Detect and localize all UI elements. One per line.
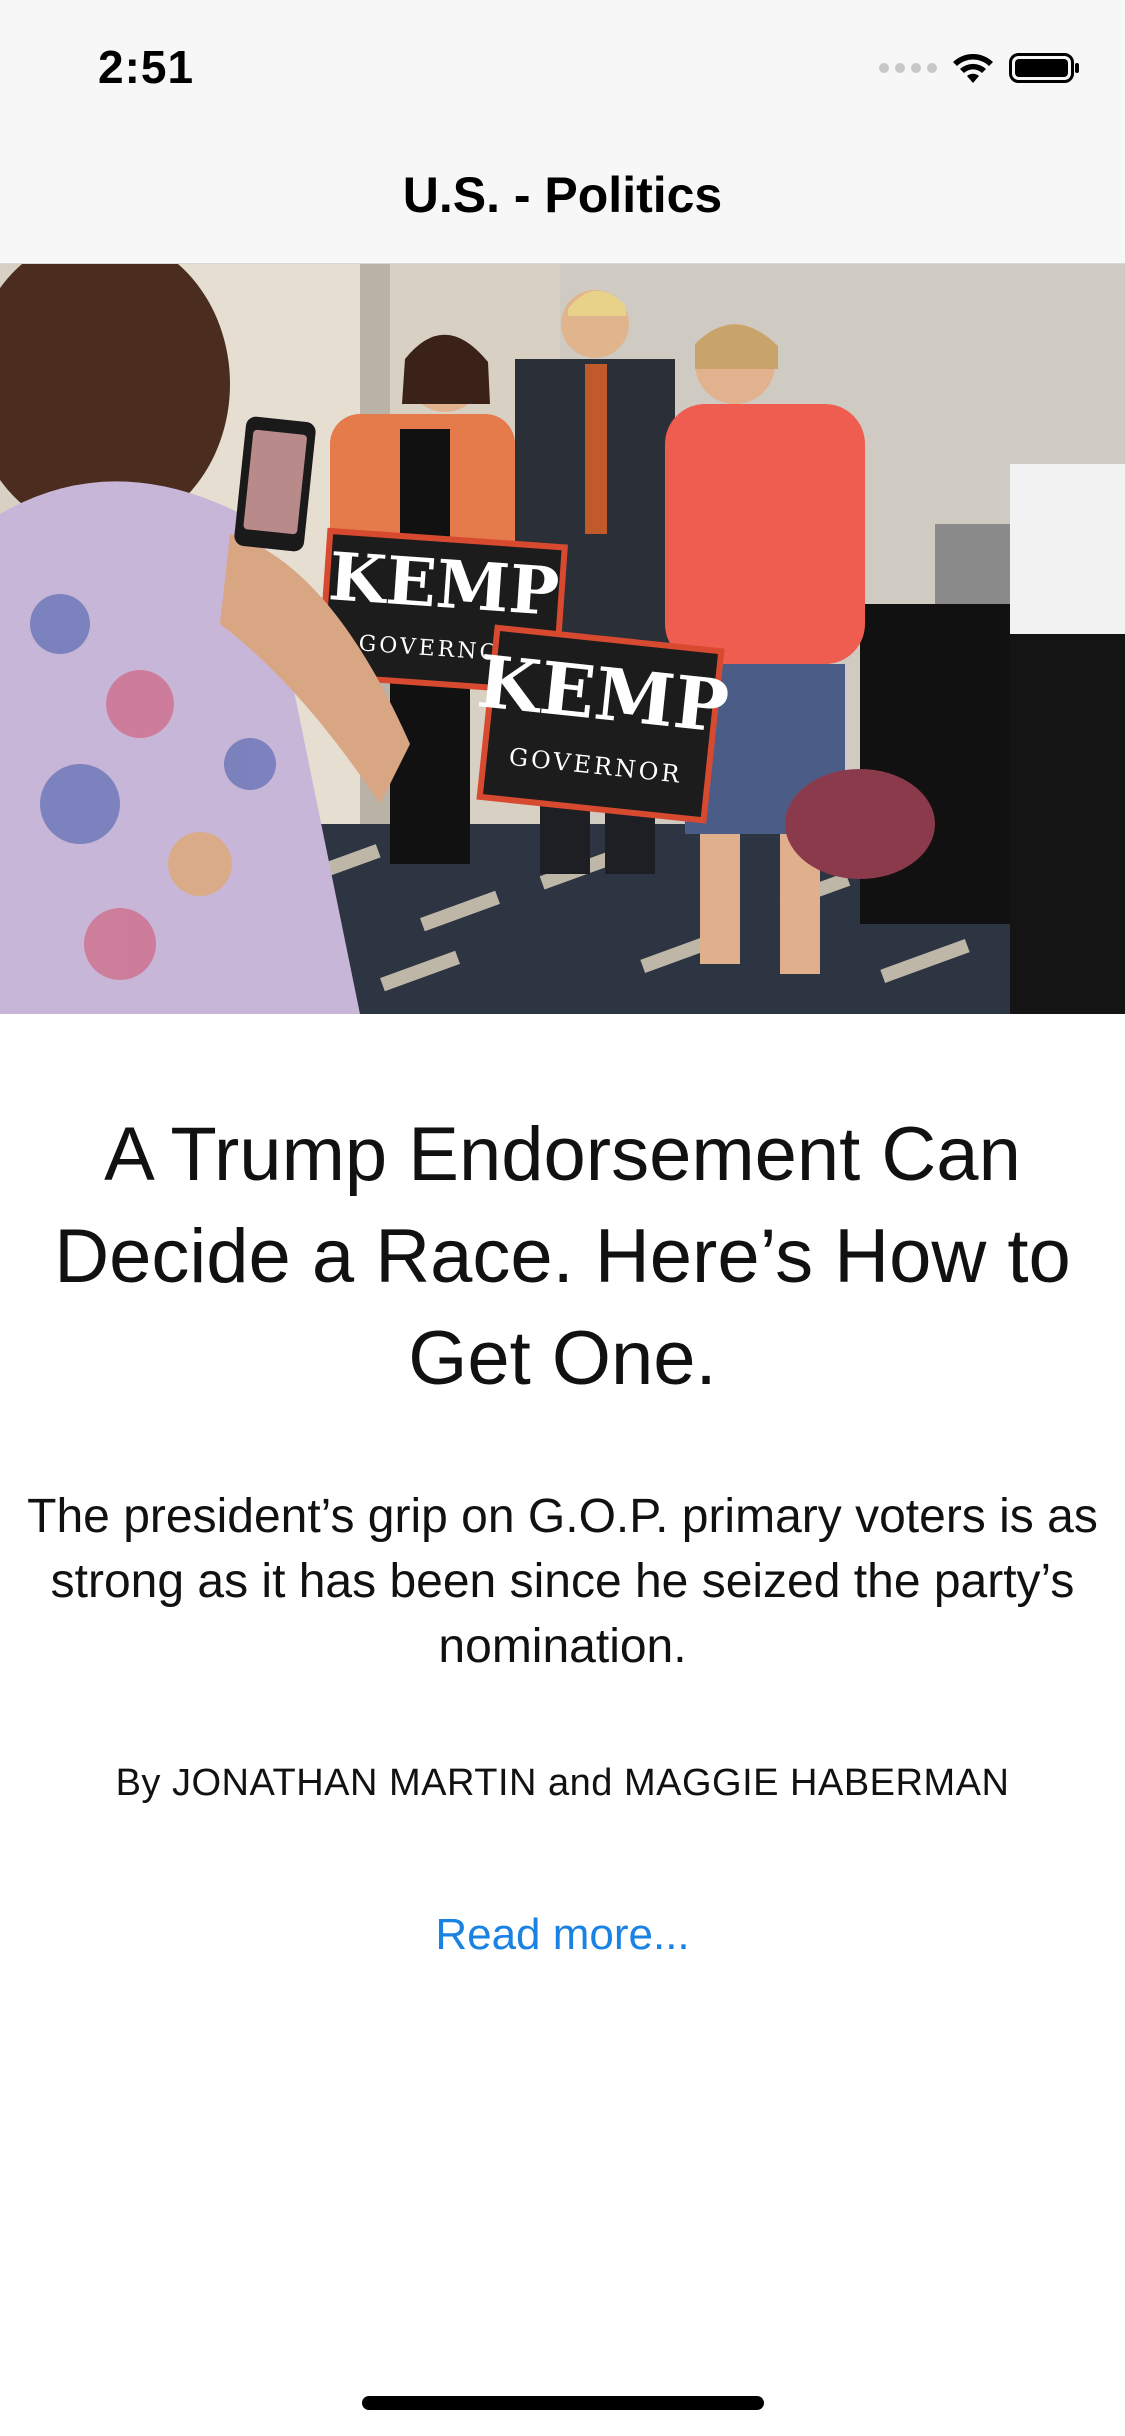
status-time: 2:51	[98, 41, 195, 93]
hero-photo: KEMP GOVERNOR KEMP GOVERNOR	[0, 264, 1125, 1014]
status-bar: 2:51	[0, 0, 1125, 132]
cellular-signal-icon	[879, 63, 937, 73]
home-indicator[interactable]	[362, 2396, 764, 2410]
article-hero-image[interactable]: KEMP GOVERNOR KEMP GOVERNOR	[0, 264, 1125, 1014]
navigation-bar: U.S. - Politics	[0, 132, 1125, 264]
campaign-sign-2: KEMP GOVERNOR	[474, 624, 733, 824]
article-summary: The president’s grip on G.O.P. primary v…	[27, 1490, 1098, 1673]
article-byline: By JONATHAN MARTIN and MAGGIE HABERMAN	[115, 1762, 1010, 1804]
status-icons	[879, 48, 1081, 88]
page-title: U.S. - Politics	[402, 167, 723, 223]
battery-icon	[1009, 53, 1079, 83]
wifi-icon	[953, 54, 993, 83]
read-more-link[interactable]: Read more...	[0, 1910, 1125, 1960]
sign-1-text: KEMP	[326, 537, 561, 631]
article-headline[interactable]: A Trump Endorsement Can Decide a Race. H…	[20, 1104, 1105, 1410]
